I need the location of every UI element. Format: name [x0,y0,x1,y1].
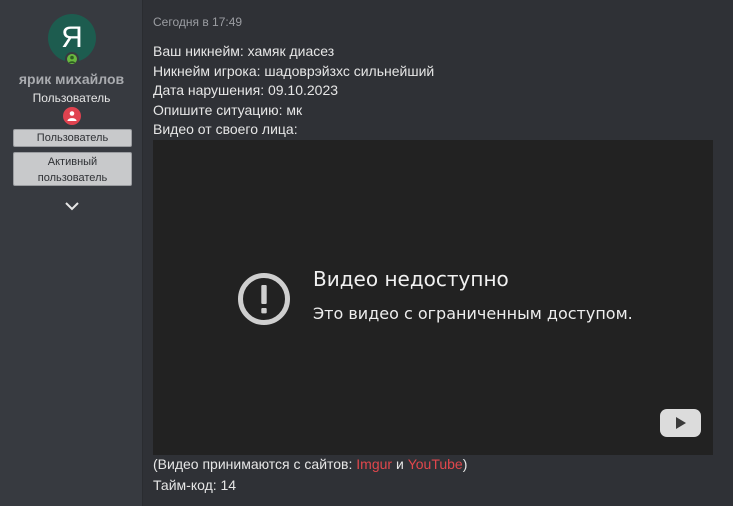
youtube-play-icon[interactable] [660,409,701,437]
forum-post: Я ярик михайлов Пользователь Пользовател… [0,0,733,506]
note-suffix: ) [462,456,468,472]
field-nickname: Ваш никнейм: хамяк диасез [153,43,335,59]
user-role-icon [63,107,81,125]
online-status-icon [65,52,79,66]
youtube-link[interactable]: YouTube [408,456,463,472]
user-banner-user: Пользователь [13,129,132,147]
user-banner-active: Активный пользователь [13,152,132,186]
video-sources-note: (Видео принимаются с сайтов: Imgur и You… [153,456,467,472]
user-sidebar: Я ярик михайлов Пользователь Пользовател… [0,0,143,506]
field-situation: Опишите ситуацию: мк [153,102,303,118]
post-content: Сегодня в 17:49 Ваш никнейм: хамяк диасе… [143,0,733,506]
alert-icon [238,273,290,325]
post-timestamp[interactable]: Сегодня в 17:49 [153,15,242,29]
imgur-link[interactable]: Imgur [356,456,392,472]
field-player-nickname: Никнейм игрока: шадоврэйзхс сильнейший [153,63,435,79]
video-embed[interactable]: Видео недоступно Это видео с ограниченны… [153,140,713,455]
field-violation-date: Дата нарушения: 09.10.2023 [153,82,339,98]
expand-chevron-icon[interactable] [64,199,80,211]
username[interactable]: ярик михайлов [0,71,143,87]
video-unavailable-message: Это видео с ограниченным доступом. [313,304,633,323]
note-conjunction: и [392,456,408,472]
field-timecode: Тайм-код: 14 [153,477,237,493]
user-title: Пользователь [32,91,111,105]
field-video-label: Видео от своего лица: [153,121,298,137]
video-unavailable-title: Видео недоступно [313,267,509,291]
note-prefix: (Видео принимаются с сайтов: [153,456,357,472]
